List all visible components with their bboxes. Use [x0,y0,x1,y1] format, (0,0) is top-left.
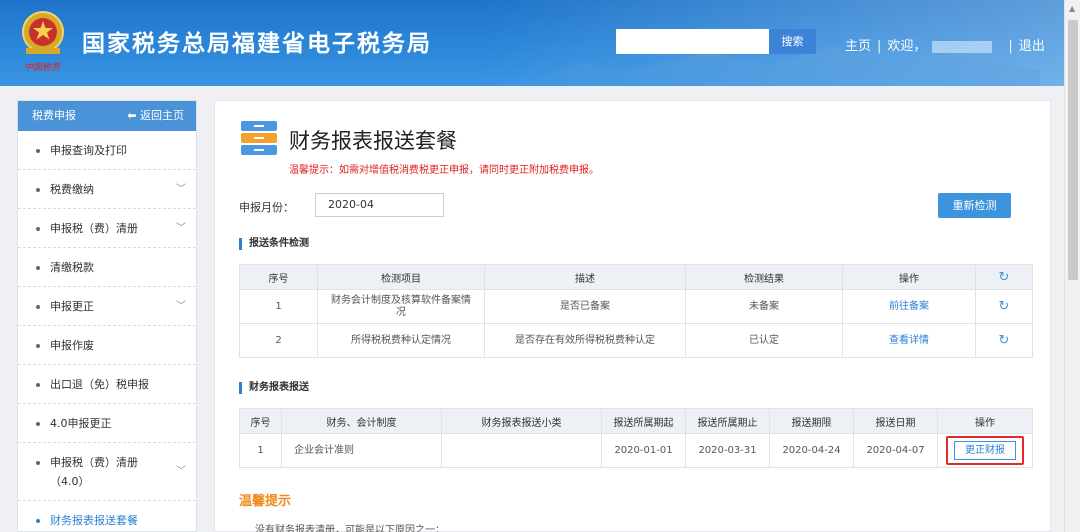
top-nav: 主页 | 欢迎， | 退出 [845,35,1045,54]
column-header: 操作 [937,408,1033,434]
check-item: 财务会计制度及核算软件备案情况 [317,289,485,324]
report-subclass [441,433,602,468]
back-home-link[interactable]: ⬅ 返回主页 [127,101,184,131]
sidebar-item-tax-payment[interactable]: 税费缴纳 ﹀ [18,170,196,209]
sidebar-item-tax-settlement[interactable]: 清缴税款 [18,248,196,287]
column-header: 财务报表报送小类 [441,408,602,434]
row-number: 2 [239,323,318,358]
recheck-button[interactable]: 重新检测 [938,193,1011,218]
tips-title: 温馨提示 [239,494,292,509]
chevron-down-icon: ﹀ [176,184,186,195]
column-header: 报送期限 [769,408,854,434]
welcome-text: 欢迎， [887,39,927,54]
sidebar-item-correction-4[interactable]: 4.0申报更正 [18,404,196,443]
check-section-title: 报送条件检测 [239,238,309,250]
check-description: 是否已备案 [484,289,686,324]
tips-text: 没有财务报表清册，可能是以下原因之一： [255,525,445,532]
home-link[interactable]: 主页 [845,35,871,54]
table-header-row: 序号 财务、会计制度 财务报表报送小类 报送所属期起 报送所属期止 报送期限 报… [239,408,1033,434]
refresh-icon[interactable]: ↻ [975,323,1033,358]
column-header: 序号 [239,408,282,434]
nav-divider: | [1008,39,1013,54]
sidebar-item-declaration-list[interactable]: 申报税（费）清册 ﹀ [18,209,196,248]
table-row: 1 企业会计准则 2020-01-01 2020-03-31 2020-04-2… [239,433,1033,468]
column-header: 报送所属期起 [601,408,686,434]
table-header-row: 序号 检测项目 描述 检测结果 操作 ↻ [239,264,1033,290]
scrollbar-thumb[interactable] [1068,20,1078,280]
column-header: 报送日期 [853,408,938,434]
go-register-link[interactable]: 前往备案 [842,289,976,324]
check-description: 是否存在有效所得税税费种认定 [484,323,686,358]
top-header: 中国税务 国家税务总局福建省电子税务局 搜索 主页 | 欢迎， | 退出 [0,0,1080,86]
column-header: 描述 [484,264,686,290]
check-result: 已认定 [685,323,843,358]
user-name-redacted [932,40,993,53]
period-end: 2020-03-31 [685,433,770,468]
logout-link[interactable]: 退出 [1019,35,1045,54]
sidebar-item-declaration-void[interactable]: 申报作废 [18,326,196,365]
check-table: 序号 检测项目 描述 检测结果 操作 ↻ 1 财务会计制度及核算软件备案情况 是… [239,264,1033,358]
sidebar: 税费申报 ⬅ 返回主页 申报查询及打印 税费缴纳 ﹀ 申报税（费）清册 ﹀ 清缴税款… [17,100,197,532]
column-header: 操作 [842,264,976,290]
column-header: 财务、会计制度 [281,408,442,434]
site-title: 国家税务总局福建省电子税务局 [82,31,432,57]
deadline: 2020-04-24 [769,433,854,468]
column-header: 检测结果 [685,264,843,290]
chevron-down-icon: ﹀ [176,466,186,477]
tax-emblem-logo: 中国税务 [22,11,64,73]
refresh-icon[interactable]: ↻ [975,289,1033,324]
chevron-down-icon: ﹀ [176,223,186,234]
back-arrow-icon: ⬅ [127,109,140,122]
column-header: 序号 [239,264,318,290]
chevron-down-icon: ﹀ [176,301,186,312]
search-button[interactable]: 搜索 [769,29,816,54]
view-details-link[interactable]: 查看详情 [842,323,976,358]
table-row: 2 所得税税费种认定情况 是否存在有效所得税税费种认定 已认定 查看详情 ↻ [239,323,1033,358]
period-label: 申报月份： [239,201,294,214]
page-scrollbar[interactable]: ▲ [1064,0,1080,532]
row-number: 1 [239,433,282,468]
row-number: 1 [239,289,318,324]
highlight-box: 更正财报 [946,436,1024,465]
scroll-up-icon[interactable]: ▲ [1069,4,1075,13]
correct-report-button[interactable]: 更正财报 [954,441,1016,460]
sidebar-item-declaration-list-4[interactable]: 申报税（费）清册 （4.0） ﹀ [18,443,196,501]
svg-text:中国税务: 中国税务 [24,62,61,73]
report-section-title: 财务报表报送 [239,382,309,394]
period-field[interactable]: 2020-04 [315,193,444,217]
main-panel: 财务报表报送套餐 温馨提示：如需对增值税消费税更正申报，请同时更正附加税费申报。… [214,100,1051,532]
sidebar-item-financial-report-package[interactable]: 财务报表报送套餐 [18,501,196,532]
check-result: 未备案 [685,289,843,324]
sidebar-title: 税费申报 [32,109,76,122]
search-input[interactable] [616,29,769,54]
file-cabinet-icon [241,121,277,155]
refresh-all-icon[interactable]: ↻ [975,264,1033,290]
sidebar-header: 税费申报 ⬅ 返回主页 [18,101,196,131]
nav-divider: | [877,39,882,54]
column-header: 检测项目 [317,264,485,290]
action-cell: 更正财报 [937,433,1033,468]
warning-notice: 温馨提示：如需对增值税消费税更正申报，请同时更正附加税费申报。 [289,165,599,176]
period-start: 2020-01-01 [601,433,686,468]
submit-date: 2020-04-07 [853,433,938,468]
table-row: 1 财务会计制度及核算软件备案情况 是否已备案 未备案 前往备案 ↻ [239,289,1033,324]
column-header: 报送所属期止 [685,408,770,434]
sidebar-item-declaration-correction[interactable]: 申报更正 ﹀ [18,287,196,326]
sidebar-item-export-refund[interactable]: 出口退（免）税申报 [18,365,196,404]
accounting-system: 企业会计准则 [281,433,442,468]
report-table: 序号 财务、会计制度 财务报表报送小类 报送所属期起 报送所属期止 报送期限 报… [239,408,1033,468]
sidebar-item-declaration-query[interactable]: 申报查询及打印 [18,131,196,170]
check-item: 所得税税费种认定情况 [317,323,485,358]
page-title: 财务报表报送套餐 [289,129,457,153]
